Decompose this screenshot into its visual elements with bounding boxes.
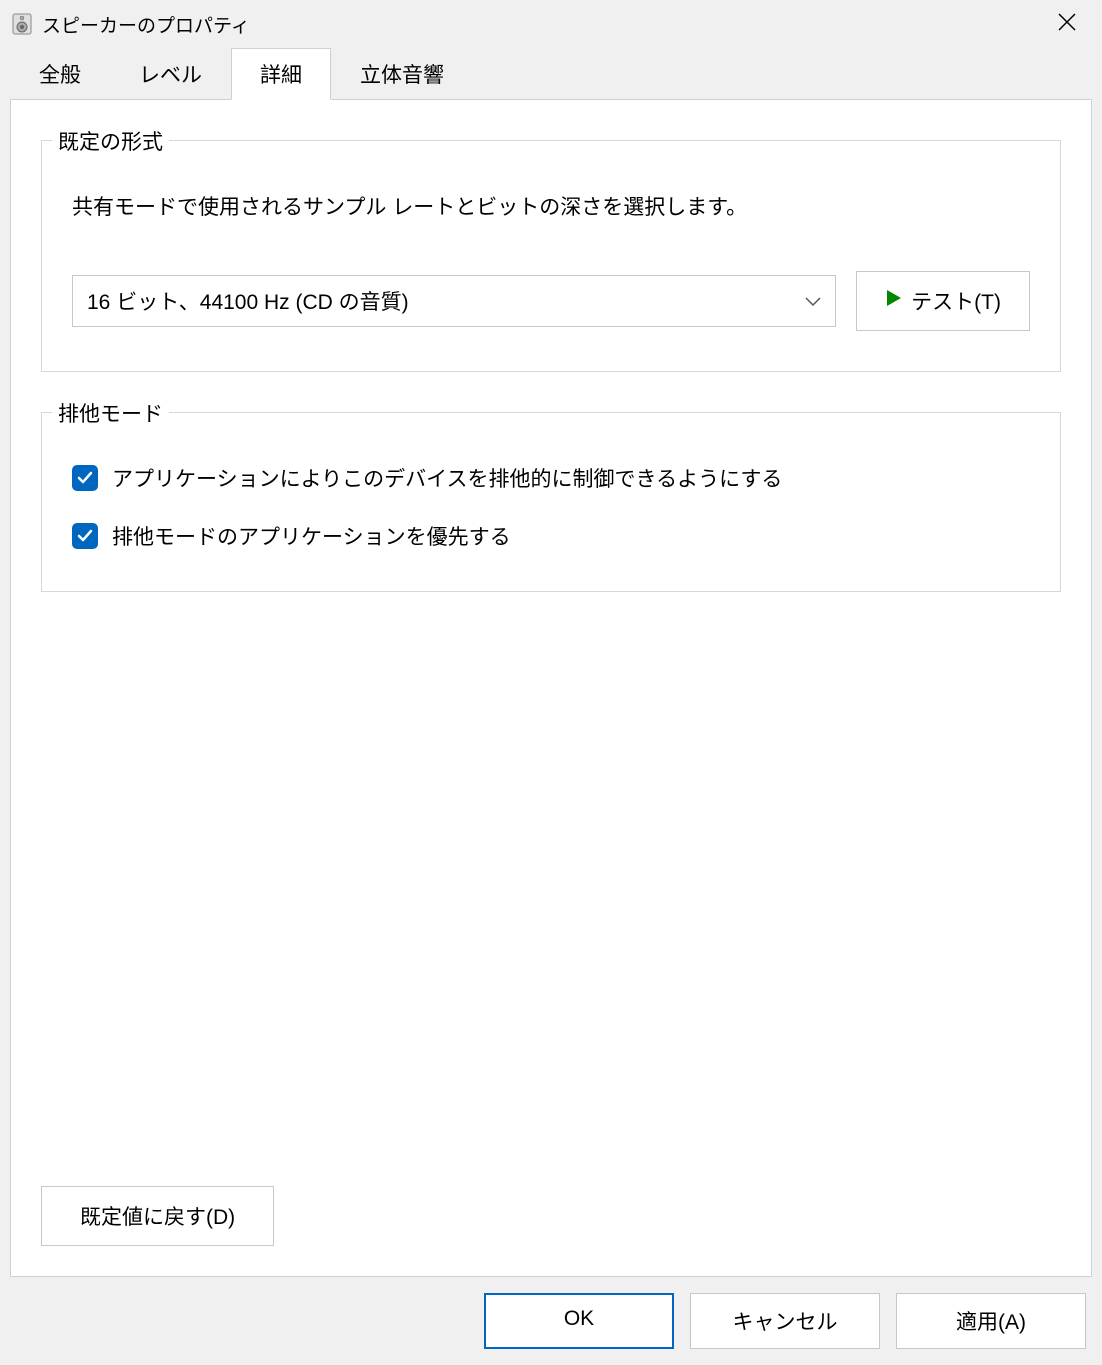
- check-icon: [76, 469, 94, 487]
- footer: OK キャンセル 適用(A): [0, 1277, 1102, 1365]
- ok-button[interactable]: OK: [484, 1293, 674, 1349]
- tab-spatial[interactable]: 立体音響: [331, 48, 473, 100]
- format-row: 16 ビット、44100 Hz (CD の音質) テスト(T): [72, 271, 1030, 331]
- properties-window: スピーカーのプロパティ 全般 レベル 詳細 立体音響 既定の形式 共有モードで使…: [0, 0, 1102, 1365]
- checkbox-row-exclusive-priority: 排他モードのアプリケーションを優先する: [72, 521, 1030, 551]
- close-button[interactable]: [1048, 7, 1086, 41]
- format-selected: 16 ビット、44100 Hz (CD の音質): [87, 286, 409, 316]
- restore-defaults-button[interactable]: 既定値に戻す(D): [41, 1186, 274, 1246]
- exclusive-mode-group: 排他モード アプリケーションによりこのデバイスを排他的に制御できるようにする 排…: [41, 412, 1061, 592]
- test-button-label: テスト(T): [911, 286, 1001, 316]
- checkbox-label-exclusive-priority: 排他モードのアプリケーションを優先する: [112, 521, 511, 551]
- play-icon: [885, 289, 903, 313]
- check-icon: [76, 527, 94, 545]
- checkbox-exclusive-priority[interactable]: [72, 523, 98, 549]
- title-left: スピーカーのプロパティ: [10, 11, 250, 38]
- cancel-button[interactable]: キャンセル: [690, 1293, 880, 1349]
- title-bar: スピーカーのプロパティ: [0, 0, 1102, 48]
- test-button[interactable]: テスト(T): [856, 271, 1030, 331]
- tab-advanced[interactable]: 詳細: [231, 48, 331, 100]
- checkbox-label-exclusive-control: アプリケーションによりこのデバイスを排他的に制御できるようにする: [112, 463, 782, 493]
- speaker-icon: [10, 12, 34, 36]
- tab-general[interactable]: 全般: [10, 48, 110, 100]
- default-format-description: 共有モードで使用されるサンプル レートとビットの深さを選択します。: [72, 191, 1030, 221]
- close-icon: [1058, 13, 1076, 31]
- tab-levels[interactable]: レベル: [110, 48, 231, 100]
- apply-button[interactable]: 適用(A): [896, 1293, 1086, 1349]
- chevron-down-icon: [805, 289, 821, 313]
- format-dropdown[interactable]: 16 ビット、44100 Hz (CD の音質): [72, 275, 836, 327]
- checkbox-row-exclusive-control: アプリケーションによりこのデバイスを排他的に制御できるようにする: [72, 463, 1030, 493]
- default-format-group: 既定の形式 共有モードで使用されるサンプル レートとビットの深さを選択します。 …: [41, 140, 1061, 372]
- spacer: [41, 632, 1061, 1186]
- tab-content: 既定の形式 共有モードで使用されるサンプル レートとビットの深さを選択します。 …: [10, 99, 1092, 1277]
- exclusive-mode-legend: 排他モード: [52, 398, 169, 428]
- tabs: 全般 レベル 詳細 立体音響: [0, 48, 1102, 100]
- checkbox-exclusive-control[interactable]: [72, 465, 98, 491]
- window-title: スピーカーのプロパティ: [42, 11, 250, 38]
- default-format-legend: 既定の形式: [52, 126, 169, 156]
